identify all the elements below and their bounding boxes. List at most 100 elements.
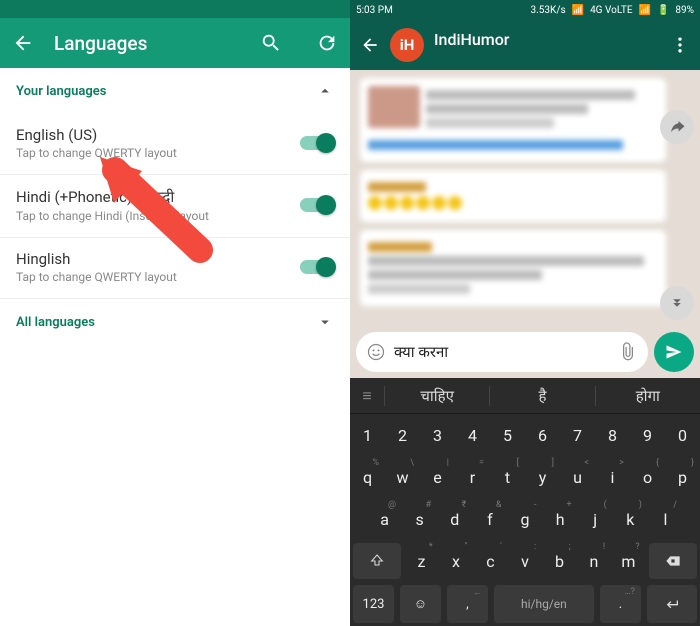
key-b[interactable]: ;b — [542, 540, 576, 582]
key-s[interactable]: #s — [402, 498, 437, 540]
keyboard-row-numbers: 1234567890 — [350, 414, 700, 456]
keyboard-row-qwerty: %q\w|e=r[t]y<u>i{o}p — [350, 456, 700, 498]
key-1[interactable]: 1 — [350, 414, 385, 456]
message-input[interactable]: क्या करना — [356, 332, 648, 372]
appbar: Languages — [0, 18, 350, 68]
languages-settings-screen: Languages Your languages English (US) Ta… — [0, 0, 350, 626]
language-row-hinglish[interactable]: Hinglish Tap to change QWERTY layout — [0, 238, 350, 299]
key-x[interactable]: "x — [439, 540, 473, 582]
search-icon[interactable] — [260, 32, 282, 54]
key-p[interactable]: }p — [665, 456, 700, 498]
status-battery: 89% — [675, 5, 694, 16]
key-k[interactable]: )k — [613, 498, 648, 540]
language-sub: Tap to change QWERTY layout — [16, 270, 300, 284]
key-e[interactable]: |e — [420, 456, 455, 498]
key-y[interactable]: ]y — [525, 456, 560, 498]
send-button[interactable] — [654, 332, 694, 372]
suggestion-bar: ≡ चाहिए है होगा — [350, 378, 700, 414]
all-languages-label: All languages — [16, 315, 95, 330]
keyboard-row-bottom: 123 ☺ ←, hi/hg/en …?. — [350, 582, 700, 626]
key-m[interactable]: ?m — [611, 540, 645, 582]
enter-key[interactable] — [647, 585, 697, 623]
language-name: English (US) — [16, 126, 300, 144]
attach-icon[interactable] — [618, 342, 638, 362]
emoji-key[interactable]: ☺ — [400, 585, 441, 623]
message-bubble — [360, 170, 666, 222]
status-net: 4G VoLTE — [590, 5, 632, 16]
symbols-key[interactable]: 123 — [353, 585, 394, 623]
all-languages-header[interactable]: All languages — [0, 299, 350, 345]
key-8[interactable]: 8 — [595, 414, 630, 456]
chat-messages[interactable] — [350, 70, 700, 326]
key-4[interactable]: 4 — [455, 414, 490, 456]
key-v[interactable]: :v — [508, 540, 542, 582]
keyboard-row-zxcv: *z"x'c:v;b!n?m — [350, 540, 700, 582]
language-row-english[interactable]: English (US) Tap to change QWERTY layout — [0, 114, 350, 175]
scroll-down-fab[interactable] — [660, 286, 694, 320]
page-title: Languages — [54, 32, 240, 55]
your-languages-header[interactable]: Your languages — [0, 68, 350, 114]
key-3[interactable]: 3 — [420, 414, 455, 456]
toggle-switch[interactable] — [300, 136, 334, 150]
suggestion[interactable]: होगा — [595, 386, 700, 406]
key-5[interactable]: 5 — [490, 414, 525, 456]
forward-fab[interactable] — [660, 110, 694, 144]
language-sub: Tap to change Hindi (Inscript) layout — [16, 209, 300, 223]
key-7[interactable]: 7 — [560, 414, 595, 456]
statusbar — [0, 0, 350, 18]
message-bubble — [360, 230, 666, 306]
chevron-up-icon — [316, 82, 334, 100]
key-l[interactable]: /l — [648, 498, 683, 540]
status-time: 5:03 PM — [356, 5, 393, 16]
key-u[interactable]: <u — [560, 456, 595, 498]
key-9[interactable]: 9 — [630, 414, 665, 456]
shift-key[interactable] — [353, 543, 401, 579]
language-row-hindi[interactable]: Hindi (+Phonetic) / हिन्दी Tap to change… — [0, 175, 350, 238]
key-0[interactable]: 0 — [665, 414, 700, 456]
keyboard: ≡ चाहिए है होगा 1234567890 %q\w|e=r[t]y<… — [350, 378, 700, 626]
chat-input-bar: क्या करना — [350, 326, 700, 378]
status-speed: 3.53K/s — [531, 5, 566, 16]
key-t[interactable]: [t — [490, 456, 525, 498]
toggle-switch[interactable] — [300, 260, 334, 274]
key-i[interactable]: >i — [595, 456, 630, 498]
key-j[interactable]: (j — [578, 498, 613, 540]
backspace-key[interactable] — [649, 543, 697, 579]
keyboard-row-asdf: @a#s₹d&f-g+h(j)k/l — [350, 498, 700, 540]
refresh-icon[interactable] — [316, 32, 338, 54]
key-2[interactable]: 2 — [385, 414, 420, 456]
more-icon[interactable] — [670, 35, 690, 55]
toggle-switch[interactable] — [300, 198, 334, 212]
key-n[interactable]: !n — [577, 540, 611, 582]
key-o[interactable]: {o — [630, 456, 665, 498]
whatsapp-chat-screen: 5:03 PM 3.53K/s 📶 4G VoLTE 📶 🔋 89% iH In… — [350, 0, 700, 626]
back-icon[interactable] — [360, 35, 380, 55]
dot-key[interactable]: …?. — [600, 585, 641, 623]
key-z[interactable]: *z — [404, 540, 438, 582]
emoji-icon[interactable] — [366, 342, 386, 362]
chat-appbar: iH IndiHumor — [350, 20, 700, 70]
space-key[interactable]: hi/hg/en — [494, 585, 594, 623]
key-a[interactable]: @a — [367, 498, 402, 540]
key-w[interactable]: \w — [385, 456, 420, 498]
key-q[interactable]: %q — [350, 456, 385, 498]
suggestion[interactable]: चाहिए — [384, 386, 489, 406]
language-name: Hindi (+Phonetic) / हिन्दी — [16, 187, 300, 207]
back-icon[interactable] — [12, 32, 34, 54]
suggestion[interactable]: है — [489, 386, 594, 406]
key-r[interactable]: =r — [455, 456, 490, 498]
key-g[interactable]: -g — [507, 498, 542, 540]
key-d[interactable]: ₹d — [437, 498, 472, 540]
chevron-down-icon — [316, 313, 334, 331]
key-h[interactable]: +h — [543, 498, 578, 540]
comma-key[interactable]: ←, — [447, 585, 488, 623]
language-sub: Tap to change QWERTY layout — [16, 146, 300, 160]
key-f[interactable]: &f — [472, 498, 507, 540]
language-name: Hinglish — [16, 250, 300, 268]
avatar[interactable]: iH — [390, 28, 424, 62]
key-6[interactable]: 6 — [525, 414, 560, 456]
chat-subtitle — [434, 49, 660, 60]
key-c[interactable]: 'c — [473, 540, 507, 582]
chat-title[interactable]: IndiHumor — [434, 30, 660, 49]
hamburger-icon[interactable]: ≡ — [350, 386, 384, 406]
